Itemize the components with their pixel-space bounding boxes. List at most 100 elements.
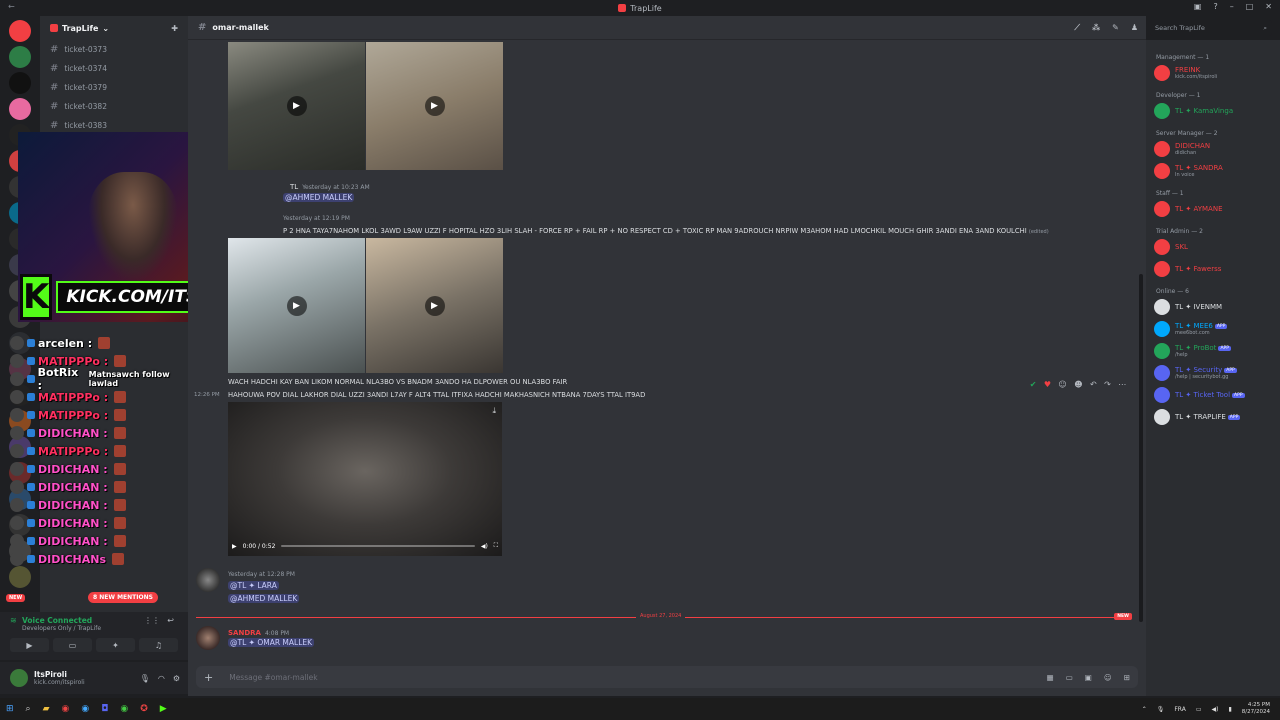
emoji-reaction-icon[interactable]: ☺	[1058, 380, 1066, 389]
gif-icon[interactable]: ▭	[1066, 673, 1073, 682]
attachment-video[interactable]: ▶	[366, 42, 503, 170]
avatar[interactable]	[196, 568, 220, 592]
member-item[interactable]: TL ✦ Fawerss	[1154, 260, 1221, 278]
member-item[interactable]: TL ✦ Ticket Tool APP	[1154, 386, 1245, 404]
camera-button[interactable]: ▶	[10, 638, 49, 652]
attachment-video[interactable]: ▶	[366, 238, 503, 373]
member-item[interactable]: FREINK kick.com/itspiroli	[1154, 64, 1217, 82]
play-icon[interactable]: ▶	[232, 543, 237, 550]
stream-chat-line: DIDICHAN :	[10, 532, 200, 550]
search-icon[interactable]: ⌕	[26, 704, 31, 714]
apps-icon[interactable]: ⊞	[1124, 673, 1130, 682]
maximize-button[interactable]: □	[1246, 2, 1254, 11]
microphone-icon[interactable]: 🎙	[140, 674, 150, 683]
inbox-icon[interactable]: ▣	[1194, 2, 1202, 11]
search-input[interactable]: Search TrapLife ⌕	[1150, 20, 1272, 36]
attach-plus-icon[interactable]: +	[204, 671, 213, 684]
attachment-video[interactable]: ▶	[228, 42, 365, 170]
members-icon[interactable]: ♟	[1131, 23, 1138, 33]
disconnect-icon[interactable]: ↩	[167, 616, 174, 625]
avatar[interactable]	[196, 626, 220, 650]
more-icon[interactable]: ⋯	[1118, 380, 1126, 389]
member-item[interactable]: TL ✦ Security APP/help | securitybot.gg	[1154, 364, 1237, 382]
play-icon[interactable]: ▶	[424, 96, 445, 116]
back-arrow-icon[interactable]: ←	[8, 2, 15, 11]
role-mention[interactable]: @TL ✦ OMAR MALLEK	[228, 638, 315, 647]
role-mention[interactable]: @TL ✦ LARA	[228, 581, 279, 590]
voice-location[interactable]: Developers Only / TrapLife	[10, 625, 178, 632]
soundboard-button[interactable]: ♫	[139, 638, 178, 652]
play-icon[interactable]: ▶	[424, 295, 445, 316]
activities-button[interactable]: ✦	[96, 638, 135, 652]
user-mention[interactable]: @AHMED MALLEK	[228, 594, 300, 603]
member-item[interactable]: TL ✦ ProBot APP/help	[1154, 342, 1231, 360]
pin-icon[interactable]: ✎	[1112, 23, 1119, 33]
server-icon[interactable]	[9, 46, 31, 68]
author-name[interactable]: SANDRA	[228, 629, 261, 637]
clock[interactable]: 4:25 PM 8/27/2024	[1242, 702, 1270, 715]
server-icon[interactable]	[9, 72, 31, 94]
avatar[interactable]	[10, 669, 28, 687]
member-item[interactable]: TL ✦ SANDRA In voice	[1154, 162, 1223, 180]
microphone-icon[interactable]: 🎙	[1157, 706, 1165, 713]
play-icon[interactable]: ▶	[286, 96, 307, 116]
add-friend-icon[interactable]: ✚	[171, 24, 178, 33]
heart-reaction-icon[interactable]: ♥	[1044, 380, 1051, 389]
reply-icon[interactable]: ↶	[1090, 380, 1097, 389]
play-icon[interactable]: ▶	[286, 295, 307, 316]
sticker-icon[interactable]: ▣	[1085, 673, 1092, 682]
help-icon[interactable]: ?	[1213, 2, 1217, 11]
volume-icon[interactable]: ◀)	[1212, 706, 1219, 713]
attachment-video[interactable]: ▶	[228, 238, 365, 373]
network-icon[interactable]: ▭	[1196, 706, 1202, 713]
user-mention[interactable]: @AHMED MALLEK	[283, 193, 355, 202]
server-header[interactable]: TrapLife ⌄ ✚	[40, 16, 188, 40]
screenshare-button[interactable]: ▭	[53, 638, 92, 652]
minimize-button[interactable]: –	[1230, 2, 1234, 11]
download-icon[interactable]: ⤓	[492, 406, 496, 416]
windows-start-icon[interactable]: ⊞	[6, 704, 14, 714]
member-item[interactable]: DIDICHAN didichan	[1154, 140, 1210, 158]
chrome-icon[interactable]: ◉	[81, 704, 89, 714]
discord-taskbar-icon[interactable]: ◘	[101, 704, 108, 714]
chevron-up-icon[interactable]: ⌃	[1142, 706, 1147, 713]
noise-suppression-icon[interactable]: ⋮⋮	[144, 616, 160, 625]
member-item[interactable]: TL ✦ MEE6 APP mee6bot.com	[1154, 320, 1228, 338]
member-item[interactable]: TL ✦ AYMANE	[1154, 200, 1223, 218]
chat-scrollbar[interactable]	[1139, 274, 1143, 622]
member-item[interactable]: SKL	[1154, 238, 1188, 256]
message-input[interactable]: + Message #omar-mallek ▦ ▭ ▣ ☺ ⊞	[196, 666, 1138, 688]
member-item[interactable]: TL ✦ IVENMM	[1154, 298, 1222, 316]
check-reaction-icon[interactable]: ✔	[1030, 380, 1037, 389]
server-icon[interactable]	[9, 566, 31, 588]
battery-icon[interactable]: ▮	[1228, 706, 1231, 713]
channel-item[interactable]: # ticket-0374	[40, 59, 188, 78]
app-icon[interactable]: ✪	[140, 704, 148, 714]
channel-item[interactable]: # ticket-0379	[40, 78, 188, 97]
video-player[interactable]: ⤓ ▶ 0:00 / 0:52 ◀) ⛶	[228, 402, 502, 556]
channel-item[interactable]: # ticket-0382	[40, 97, 188, 116]
notification-bell-icon[interactable]: ⁂	[1092, 23, 1100, 33]
member-item[interactable]: TL ✦ KamaVinga	[1154, 102, 1233, 120]
chrome-icon[interactable]: ◉	[120, 704, 128, 714]
gear-icon[interactable]: ⚙	[173, 674, 180, 683]
file-explorer-icon[interactable]: ▰	[43, 704, 50, 714]
channel-item[interactable]: # ticket-0373	[40, 40, 188, 59]
gift-icon[interactable]: ▦	[1047, 673, 1054, 682]
new-mentions-pill[interactable]: 8 NEW MENTIONS	[88, 592, 158, 603]
threads-icon[interactable]: ⟋	[1074, 23, 1080, 33]
video-progress[interactable]	[281, 545, 475, 547]
volume-icon[interactable]: ◀)	[481, 543, 488, 550]
forward-icon[interactable]: ↷	[1104, 380, 1111, 389]
emoji-icon[interactable]: ☺	[1104, 673, 1112, 682]
member-item[interactable]: TL ✦ TRAPLIFE APP	[1154, 408, 1241, 426]
language-indicator[interactable]: FRA	[1174, 706, 1185, 713]
add-reaction-icon[interactable]: ☻	[1074, 380, 1082, 389]
kick-taskbar-icon[interactable]: ▶	[160, 704, 167, 714]
headphones-icon[interactable]: ◠	[158, 674, 165, 683]
server-icon[interactable]	[9, 98, 31, 120]
chrome-icon[interactable]: ◉	[62, 704, 70, 714]
server-icon[interactable]	[9, 20, 31, 42]
close-button[interactable]: ✕	[1265, 2, 1272, 11]
fullscreen-icon[interactable]: ⛶	[494, 542, 498, 550]
